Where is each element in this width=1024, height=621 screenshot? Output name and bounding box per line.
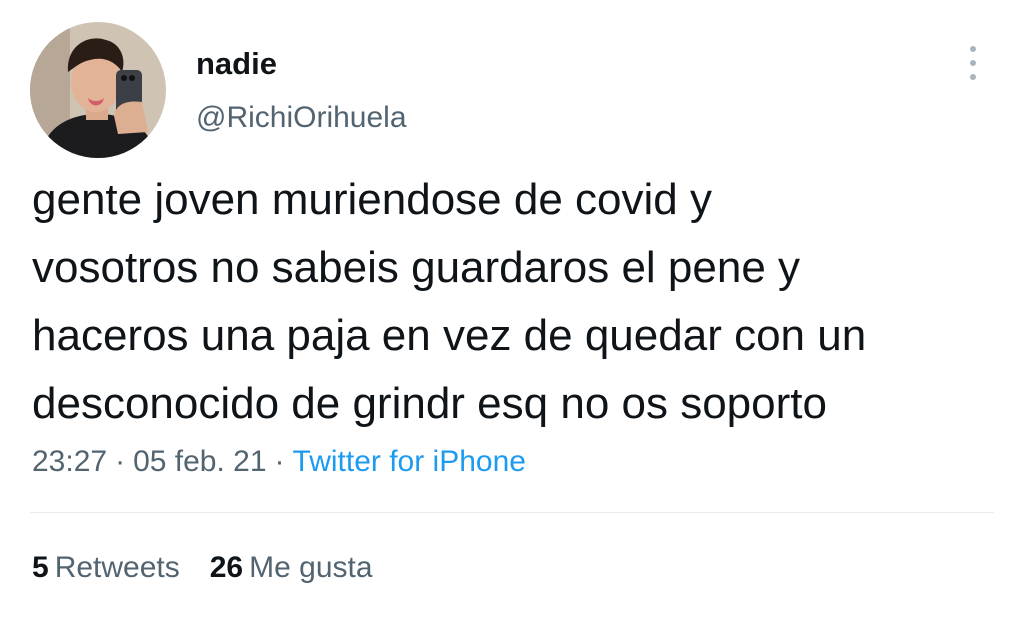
meta-separator: · bbox=[274, 445, 285, 478]
tweet-time[interactable]: 23:27 bbox=[32, 445, 107, 478]
more-options-button[interactable] bbox=[958, 40, 988, 86]
more-vertical-icon bbox=[970, 60, 976, 66]
tweet-text-line: haceros una paja en vez de quedar con un bbox=[32, 311, 867, 360]
retweets-label: Retweets bbox=[54, 551, 180, 584]
display-name[interactable]: nadie bbox=[196, 44, 277, 84]
tweet-text-line: desconocido de grindr esq no os soporto bbox=[32, 379, 827, 428]
likes-stat[interactable]: 26 Me gusta bbox=[210, 548, 373, 588]
profile-photo-icon bbox=[30, 22, 166, 158]
likes-label: Me gusta bbox=[249, 551, 373, 584]
tweet-stats: 5 Retweets 26 Me gusta bbox=[32, 548, 373, 588]
tweet-card: nadie @RichiOrihuela gente joven muriend… bbox=[0, 0, 1024, 621]
more-vertical-icon bbox=[970, 74, 976, 80]
avatar[interactable] bbox=[30, 22, 166, 158]
tweet-meta: 23:27 · 05 feb. 21 · Twitter for iPhone bbox=[32, 442, 526, 482]
more-vertical-icon bbox=[970, 46, 976, 52]
retweets-count: 5 bbox=[32, 551, 49, 584]
retweets-stat[interactable]: 5 Retweets bbox=[32, 548, 180, 588]
meta-separator: · bbox=[115, 445, 126, 478]
user-handle[interactable]: @RichiOrihuela bbox=[196, 98, 407, 138]
tweet-date[interactable]: 05 feb. 21 bbox=[133, 445, 266, 478]
divider bbox=[30, 512, 994, 513]
likes-count: 26 bbox=[209, 551, 244, 584]
tweet-text-line: vosotros no sabeis guardaros el pene y bbox=[32, 243, 801, 292]
tweet-text: gente joven muriendose de covid y vosotr… bbox=[32, 166, 1002, 438]
tweet-text-line: gente joven muriendose de covid y bbox=[32, 175, 712, 224]
tweet-source-link[interactable]: Twitter for iPhone bbox=[293, 445, 526, 478]
